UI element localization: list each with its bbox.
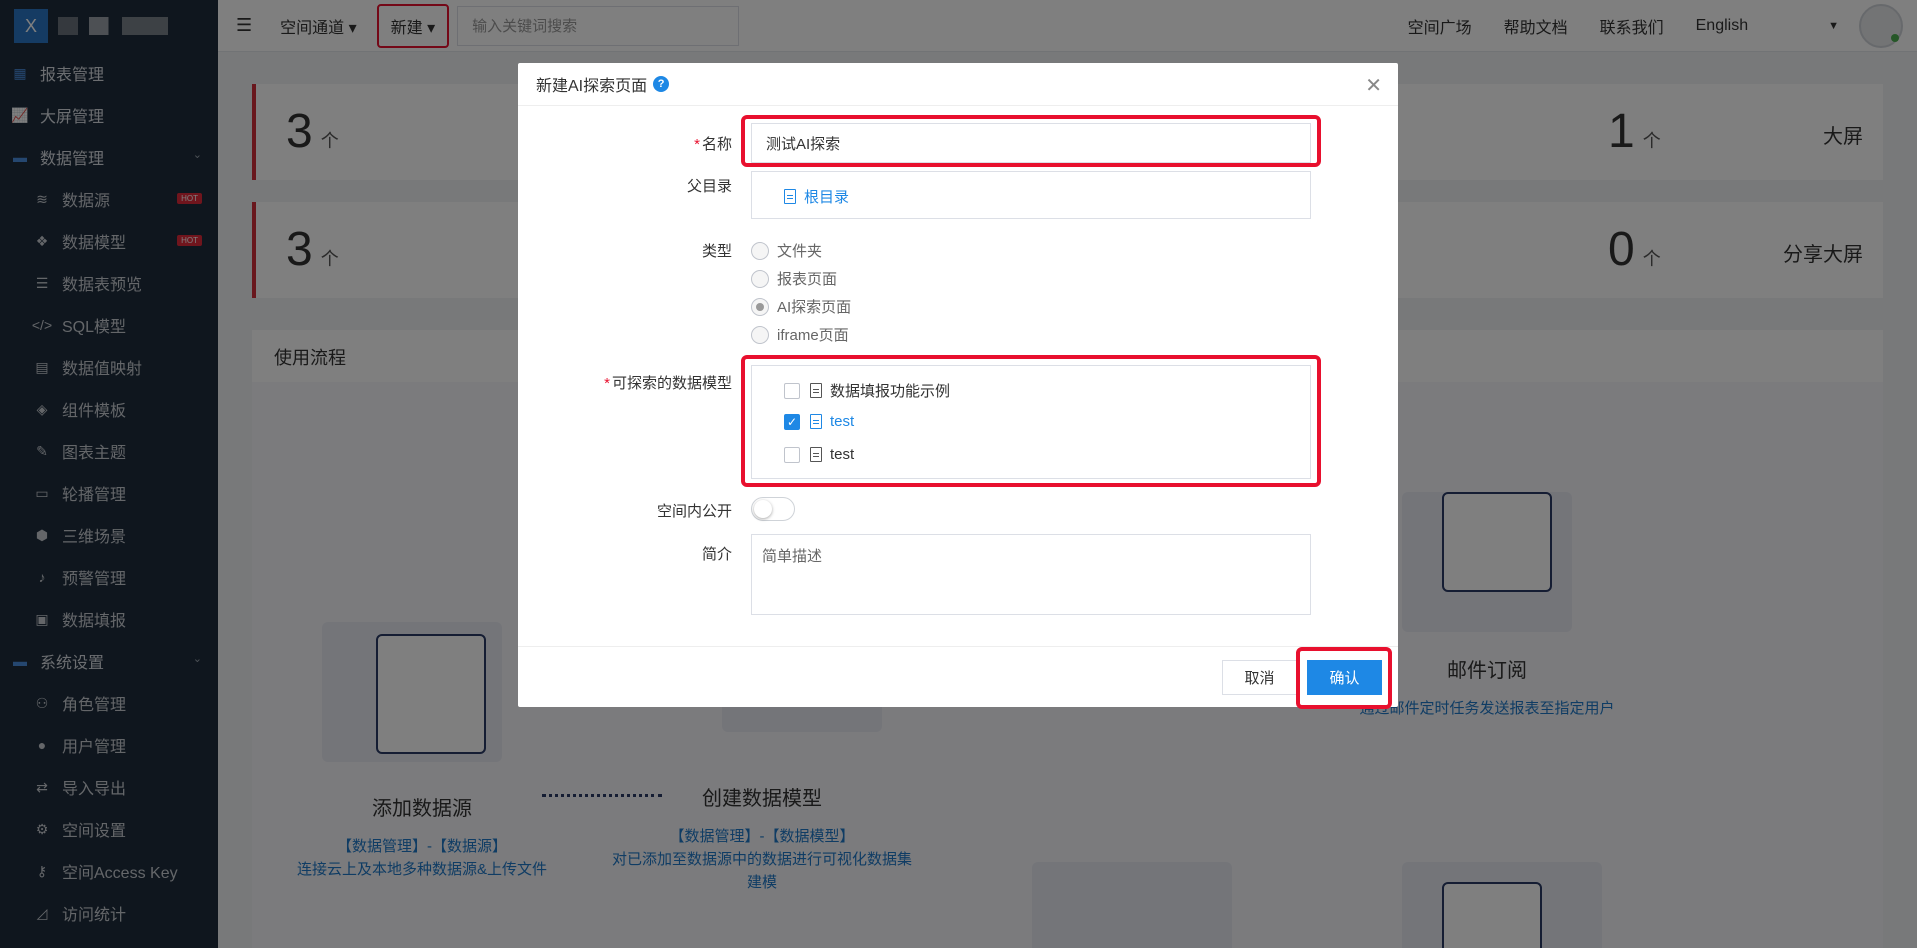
public-toggle[interactable] [751, 497, 795, 521]
radio-dot [751, 297, 769, 316]
desc-label: 简介 [701, 546, 732, 563]
public-label: 空间内公开 [656, 503, 732, 520]
type-label: 类型 [701, 243, 732, 260]
file-icon [784, 189, 796, 204]
parent-label: 父目录 [686, 178, 732, 195]
type-radio-folder[interactable]: 文件夹 [751, 240, 822, 261]
close-icon[interactable]: ✕ [1365, 73, 1382, 98]
description-textarea[interactable]: 简单描述 [751, 534, 1311, 615]
radio-dot [751, 325, 769, 344]
cancel-button[interactable]: 取消 [1222, 660, 1297, 695]
highlight-frame [1296, 647, 1392, 709]
radio-dot [751, 269, 769, 288]
type-radio-report[interactable]: 报表页面 [751, 268, 837, 289]
parent-select[interactable]: 根目录 [751, 171, 1311, 219]
dialog-footer-divider [518, 646, 1398, 647]
radio-dot [751, 241, 769, 260]
dialog-header: 新建AI探索页面 ? [518, 63, 1398, 106]
type-radio-iframe[interactable]: iframe页面 [751, 324, 849, 345]
dialog-title: 新建AI探索页面 [536, 78, 648, 95]
name-label: * 名称 [694, 136, 732, 153]
highlight-frame [741, 355, 1321, 487]
models-label: * 可探索的数据模型 [604, 375, 732, 392]
type-radio-ai-explore[interactable]: AI探索页面 [751, 296, 851, 317]
parent-row: 父目录 根目录 [518, 171, 1398, 219]
new-ai-explore-dialog: 新建AI探索页面 ? ✕ * 名称 测试AI探索 父目录 根目录 类型 文件夹 报… [518, 63, 1398, 709]
highlight-frame [741, 115, 1321, 167]
parent-folder[interactable]: 根目录 [784, 186, 849, 207]
help-icon[interactable]: ? [653, 76, 670, 92]
